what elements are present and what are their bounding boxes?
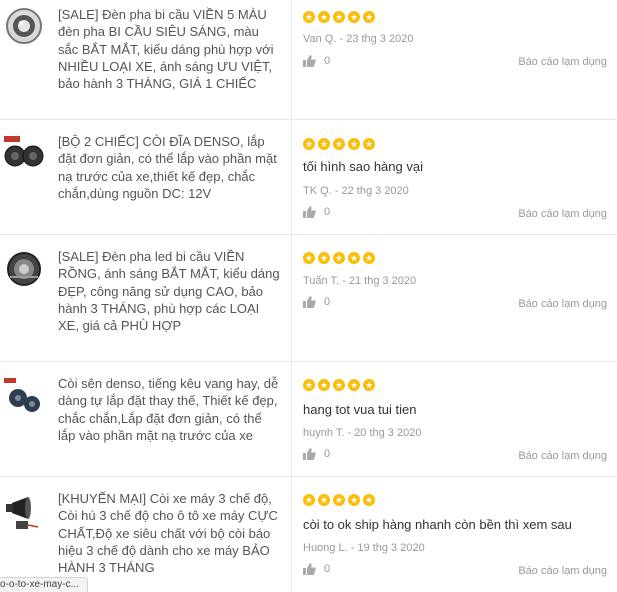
star-icon <box>363 138 375 150</box>
review-author-date: Van Q. - 23 thg 3 2020 <box>303 33 414 45</box>
report-abuse-link[interactable]: Báo cáo lạm dụng <box>518 565 607 577</box>
review-row: [SALE] Đèn pha bi cầu VIỀN 5 MÀU đèn pha… <box>0 0 617 120</box>
siren-horn-image[interactable] <box>2 489 46 533</box>
star-rating <box>303 379 375 391</box>
thumbs-up-icon <box>303 206 316 218</box>
star-icon <box>303 494 315 506</box>
column-divider <box>291 120 292 234</box>
like-count: 0 <box>324 206 331 218</box>
like-count: 0 <box>324 55 331 67</box>
led-headlight-image[interactable] <box>2 247 46 291</box>
like-button[interactable]: 0 <box>303 296 330 308</box>
like-count: 0 <box>324 448 331 460</box>
status-bar-url: o-o-to-xe-may-c... <box>0 577 88 592</box>
product-name[interactable]: [SALE] Đèn pha led bi cầu VIỀN RỒNG, ánh… <box>58 248 280 334</box>
review-row: [KHUYẾN MẠI] Còi xe máy 3 chế độ, Còi hú… <box>0 477 617 592</box>
product-name[interactable]: Còi sên denso, tiếng kêu vang hay, dễ dà… <box>58 375 280 444</box>
star-icon <box>333 252 345 264</box>
star-icon <box>303 379 315 391</box>
review-row: [BỘ 2 CHIẾC] CÒI ĐĨA DENSO, lắp đặt đơn … <box>0 120 617 235</box>
review-author-date: TK Q. - 22 thg 3 2020 <box>303 185 409 197</box>
star-rating <box>303 252 375 264</box>
star-icon <box>348 11 360 23</box>
star-icon <box>363 252 375 264</box>
star-rating <box>303 494 375 506</box>
product-name[interactable]: [KHUYẾN MẠI] Còi xe máy 3 chế độ, Còi hú… <box>58 490 280 576</box>
review-comment: còi to ok ship hàng nhanh còn bền thì xe… <box>303 517 572 532</box>
star-icon <box>348 494 360 506</box>
star-icon <box>318 252 330 264</box>
like-count: 0 <box>324 563 331 575</box>
star-rating <box>303 11 375 23</box>
like-button[interactable]: 0 <box>303 563 330 575</box>
column-divider <box>291 477 292 592</box>
star-icon <box>363 379 375 391</box>
review-author-date: Tuấn T. - 21 thg 3 2020 <box>303 275 417 287</box>
star-icon <box>318 379 330 391</box>
column-divider <box>291 235 292 361</box>
star-icon <box>303 11 315 23</box>
report-abuse-link[interactable]: Báo cáo lạm dụng <box>518 298 607 310</box>
star-icon <box>333 138 345 150</box>
star-icon <box>318 138 330 150</box>
column-divider <box>291 362 292 476</box>
star-icon <box>303 138 315 150</box>
like-button[interactable]: 0 <box>303 55 330 67</box>
review-author-date: Huong L. - 19 thg 3 2020 <box>303 542 425 554</box>
star-icon <box>333 11 345 23</box>
star-icon <box>318 494 330 506</box>
like-count: 0 <box>324 296 331 308</box>
star-icon <box>348 379 360 391</box>
like-button[interactable]: 0 <box>303 448 330 460</box>
report-abuse-link[interactable]: Báo cáo lạm dụng <box>518 56 607 68</box>
review-comment: tối hình sao hàng vại <box>303 159 423 174</box>
star-icon <box>333 494 345 506</box>
review-row: Còi sên denso, tiếng kêu vang hay, dễ dà… <box>0 362 617 477</box>
report-abuse-link[interactable]: Báo cáo lạm dụng <box>518 208 607 220</box>
thumbs-up-icon <box>303 55 316 67</box>
star-icon <box>348 138 360 150</box>
star-icon <box>333 379 345 391</box>
star-rating <box>303 138 375 150</box>
thumbs-up-icon <box>303 296 316 308</box>
report-abuse-link[interactable]: Báo cáo lạm dụng <box>518 450 607 462</box>
like-button[interactable]: 0 <box>303 206 330 218</box>
column-divider <box>291 0 292 119</box>
review-row: [SALE] Đèn pha led bi cầu VIỀN RỒNG, ánh… <box>0 235 617 362</box>
headlight-image[interactable] <box>2 4 46 48</box>
snail-horn-image[interactable] <box>2 374 46 418</box>
star-icon <box>348 252 360 264</box>
star-icon <box>318 11 330 23</box>
horn-pair-image[interactable] <box>2 132 46 176</box>
product-name[interactable]: [SALE] Đèn pha bi cầu VIỀN 5 MÀU đèn pha… <box>58 6 280 92</box>
star-icon <box>303 252 315 264</box>
star-icon <box>363 11 375 23</box>
star-icon <box>363 494 375 506</box>
thumbs-up-icon <box>303 563 316 575</box>
product-name[interactable]: [BỘ 2 CHIẾC] CÒI ĐĨA DENSO, lắp đặt đơn … <box>58 133 280 202</box>
thumbs-up-icon <box>303 448 316 460</box>
review-comment: hang tot vua tui tien <box>303 402 417 417</box>
review-author-date: huynh T. - 20 thg 3 2020 <box>303 427 422 439</box>
